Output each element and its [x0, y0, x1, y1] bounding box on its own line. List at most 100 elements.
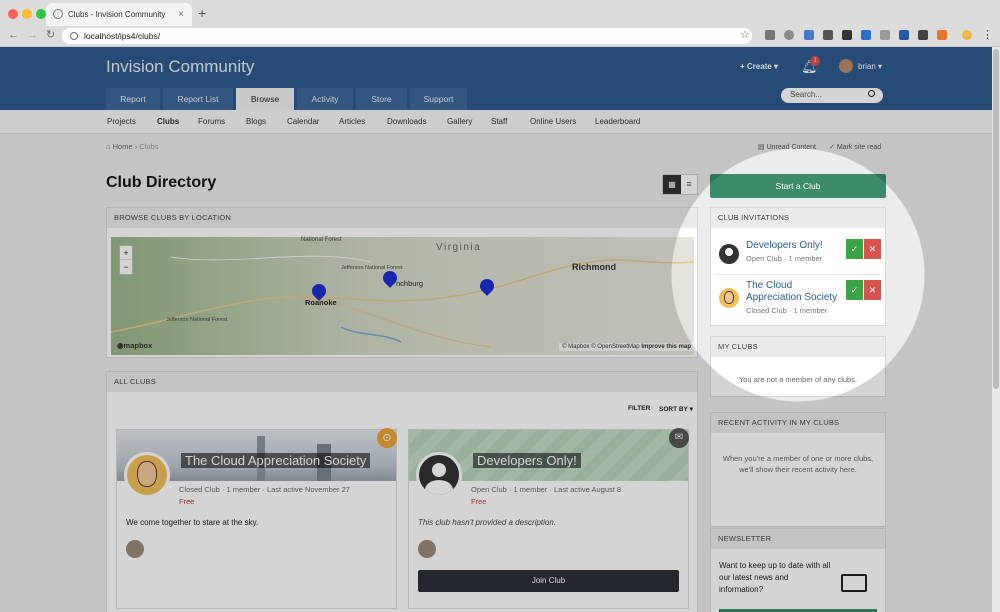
- caret-down-icon: ▾: [771, 62, 779, 71]
- extension-icon[interactable]: [861, 30, 871, 40]
- club-name[interactable]: The Cloud Appreciation Society: [181, 453, 371, 468]
- extension-icon[interactable]: [899, 30, 909, 40]
- map-heading: BROWSE CLUBS BY LOCATION: [107, 208, 697, 228]
- club-price: Free: [179, 497, 195, 506]
- reload-icon[interactable]: ↻: [46, 28, 55, 41]
- envelope-icon[interactable]: ✉: [669, 428, 689, 448]
- rss-icon[interactable]: [937, 30, 947, 40]
- extension-icon[interactable]: [804, 30, 814, 40]
- subnav-articles[interactable]: Articles: [339, 117, 365, 126]
- tab-store[interactable]: Store: [356, 88, 407, 110]
- tab-activity[interactable]: Activity: [297, 88, 353, 110]
- extension-icon[interactable]: [823, 30, 833, 40]
- subnav-downloads[interactable]: Downloads: [387, 117, 427, 126]
- user-menu[interactable]: brian ▾: [858, 62, 882, 71]
- filter-button[interactable]: FILTER: [628, 405, 650, 412]
- page-title: Club Directory: [106, 174, 217, 191]
- breadcrumb: ⌂ Home › Clubs: [106, 142, 159, 151]
- club-card[interactable]: ⊙ The Cloud Appreciation Society Closed …: [116, 428, 397, 609]
- decline-invitation-button[interactable]: ✕: [864, 239, 881, 259]
- mapbox-logo[interactable]: ◉mapbox: [117, 341, 152, 350]
- invitation-meta: Open Club · 1 member: [746, 254, 823, 263]
- unread-content-link[interactable]: ▤ Unread Content: [758, 143, 816, 151]
- mark-read-link[interactable]: ✓ Mark site read: [829, 143, 881, 151]
- site-logo[interactable]: Invision Community: [106, 57, 254, 77]
- breadcrumb-home[interactable]: Home: [113, 142, 133, 151]
- person-icon: [725, 248, 733, 256]
- forward-icon[interactable]: →: [27, 29, 38, 41]
- map[interactable]: National Forest Virginia Richmond Roanok…: [111, 237, 694, 355]
- close-tab-icon[interactable]: ×: [178, 3, 184, 26]
- club-name[interactable]: Developers Only!: [473, 453, 581, 468]
- search-icon[interactable]: [868, 90, 875, 97]
- subnav-blogs[interactable]: Blogs: [246, 117, 266, 126]
- subnav-gallery[interactable]: Gallery: [447, 117, 472, 126]
- maximize-window-button[interactable]: [36, 9, 46, 19]
- breadcrumb-current: Clubs: [139, 142, 159, 151]
- extension-icon[interactable]: [918, 30, 928, 40]
- start-club-button[interactable]: Start a Club: [710, 174, 886, 198]
- minimize-window-button[interactable]: [22, 9, 32, 19]
- subnav-calendar[interactable]: Calendar: [287, 117, 319, 126]
- sort-by-button[interactable]: SORT BY ▾: [659, 405, 693, 413]
- extension-icon[interactable]: [765, 30, 775, 40]
- extension-icon[interactable]: [880, 30, 890, 40]
- create-menu[interactable]: + Create ▾: [740, 62, 778, 71]
- newsletter-text: Want to keep up to date with all our late…: [719, 561, 831, 594]
- search-input[interactable]: Search...: [790, 90, 822, 99]
- address-bar[interactable]: localhost/ips4/clubs/: [62, 28, 752, 44]
- invitation-avatar: [719, 288, 739, 308]
- extension-icon[interactable]: [784, 30, 794, 40]
- close-window-button[interactable]: [8, 9, 18, 19]
- subnav-forums[interactable]: Forums: [198, 117, 225, 126]
- browser-tab[interactable]: Clubs - Invision Community ×: [46, 3, 192, 26]
- member-avatar[interactable]: [126, 540, 144, 558]
- back-icon[interactable]: ←: [8, 29, 19, 41]
- map-label: nchburg: [396, 279, 424, 288]
- club-card[interactable]: ✉ Developers Only! Open Club · 1 member …: [408, 428, 689, 609]
- subnav-clubs[interactable]: Clubs: [157, 117, 179, 126]
- face-icon: [137, 461, 157, 487]
- search-box[interactable]: Search...: [781, 88, 883, 103]
- recent-activity-empty: When you're a member of one or more club…: [722, 454, 874, 474]
- browser-menu-icon[interactable]: ⋮: [982, 28, 993, 41]
- grid-view-icon[interactable]: ▦: [663, 175, 681, 194]
- map-attribution: © Mapbox © OpenStreetMap Improve this ma…: [559, 343, 694, 351]
- tab-support[interactable]: Support: [410, 88, 467, 110]
- newsletter-heading: NEWSLETTER: [711, 529, 885, 549]
- zoom-out-button[interactable]: −: [120, 260, 132, 274]
- tab-report-list[interactable]: Report List: [163, 88, 233, 110]
- bookmark-star-icon[interactable]: ☆: [740, 28, 750, 41]
- envelope-icon: [841, 574, 867, 592]
- invitation-club-name[interactable]: Developers Only!: [746, 240, 823, 251]
- club-price: Free: [471, 497, 487, 506]
- club-invitations-box: CLUB INVITATIONS Developers Only! Open C…: [710, 207, 886, 326]
- subnav-leaderboard[interactable]: Leaderboard: [595, 117, 640, 126]
- subnav-staff[interactable]: Staff: [491, 117, 507, 126]
- my-clubs-empty: You are not a member of any clubs.: [738, 375, 858, 384]
- extension-icon[interactable]: [842, 30, 852, 40]
- member-avatar[interactable]: [418, 540, 436, 558]
- user-avatar[interactable]: [839, 59, 853, 73]
- club-avatar: [416, 452, 462, 498]
- list-view-icon[interactable]: ≡: [681, 175, 697, 194]
- decline-invitation-button[interactable]: ✕: [864, 280, 881, 300]
- zoom-in-button[interactable]: +: [120, 246, 132, 260]
- map-label: Richmond: [572, 262, 616, 272]
- tab-report[interactable]: Report: [106, 88, 160, 110]
- browser-chrome: Clubs - Invision Community × + ← → ↻ loc…: [0, 0, 1000, 47]
- profile-icon[interactable]: [962, 30, 972, 40]
- my-clubs-box: MY CLUBS You are not a member of any clu…: [710, 336, 886, 397]
- club-meta: Open Club · 1 member · Last active Augus…: [471, 485, 622, 494]
- scrollbar-thumb[interactable]: [993, 49, 999, 389]
- subnav-online-users[interactable]: Online Users: [530, 117, 576, 126]
- join-club-button[interactable]: Join Club: [418, 570, 679, 592]
- globe-icon: [53, 9, 63, 19]
- new-tab-button[interactable]: +: [198, 5, 206, 21]
- tab-browse[interactable]: Browse: [236, 88, 294, 110]
- invitation-club-name[interactable]: The Cloud Appreciation Society: [746, 280, 837, 304]
- scrollbar[interactable]: [992, 47, 1000, 612]
- accept-invitation-button[interactable]: ✓: [846, 280, 863, 300]
- accept-invitation-button[interactable]: ✓: [846, 239, 863, 259]
- subnav-projects[interactable]: Projects: [107, 117, 136, 126]
